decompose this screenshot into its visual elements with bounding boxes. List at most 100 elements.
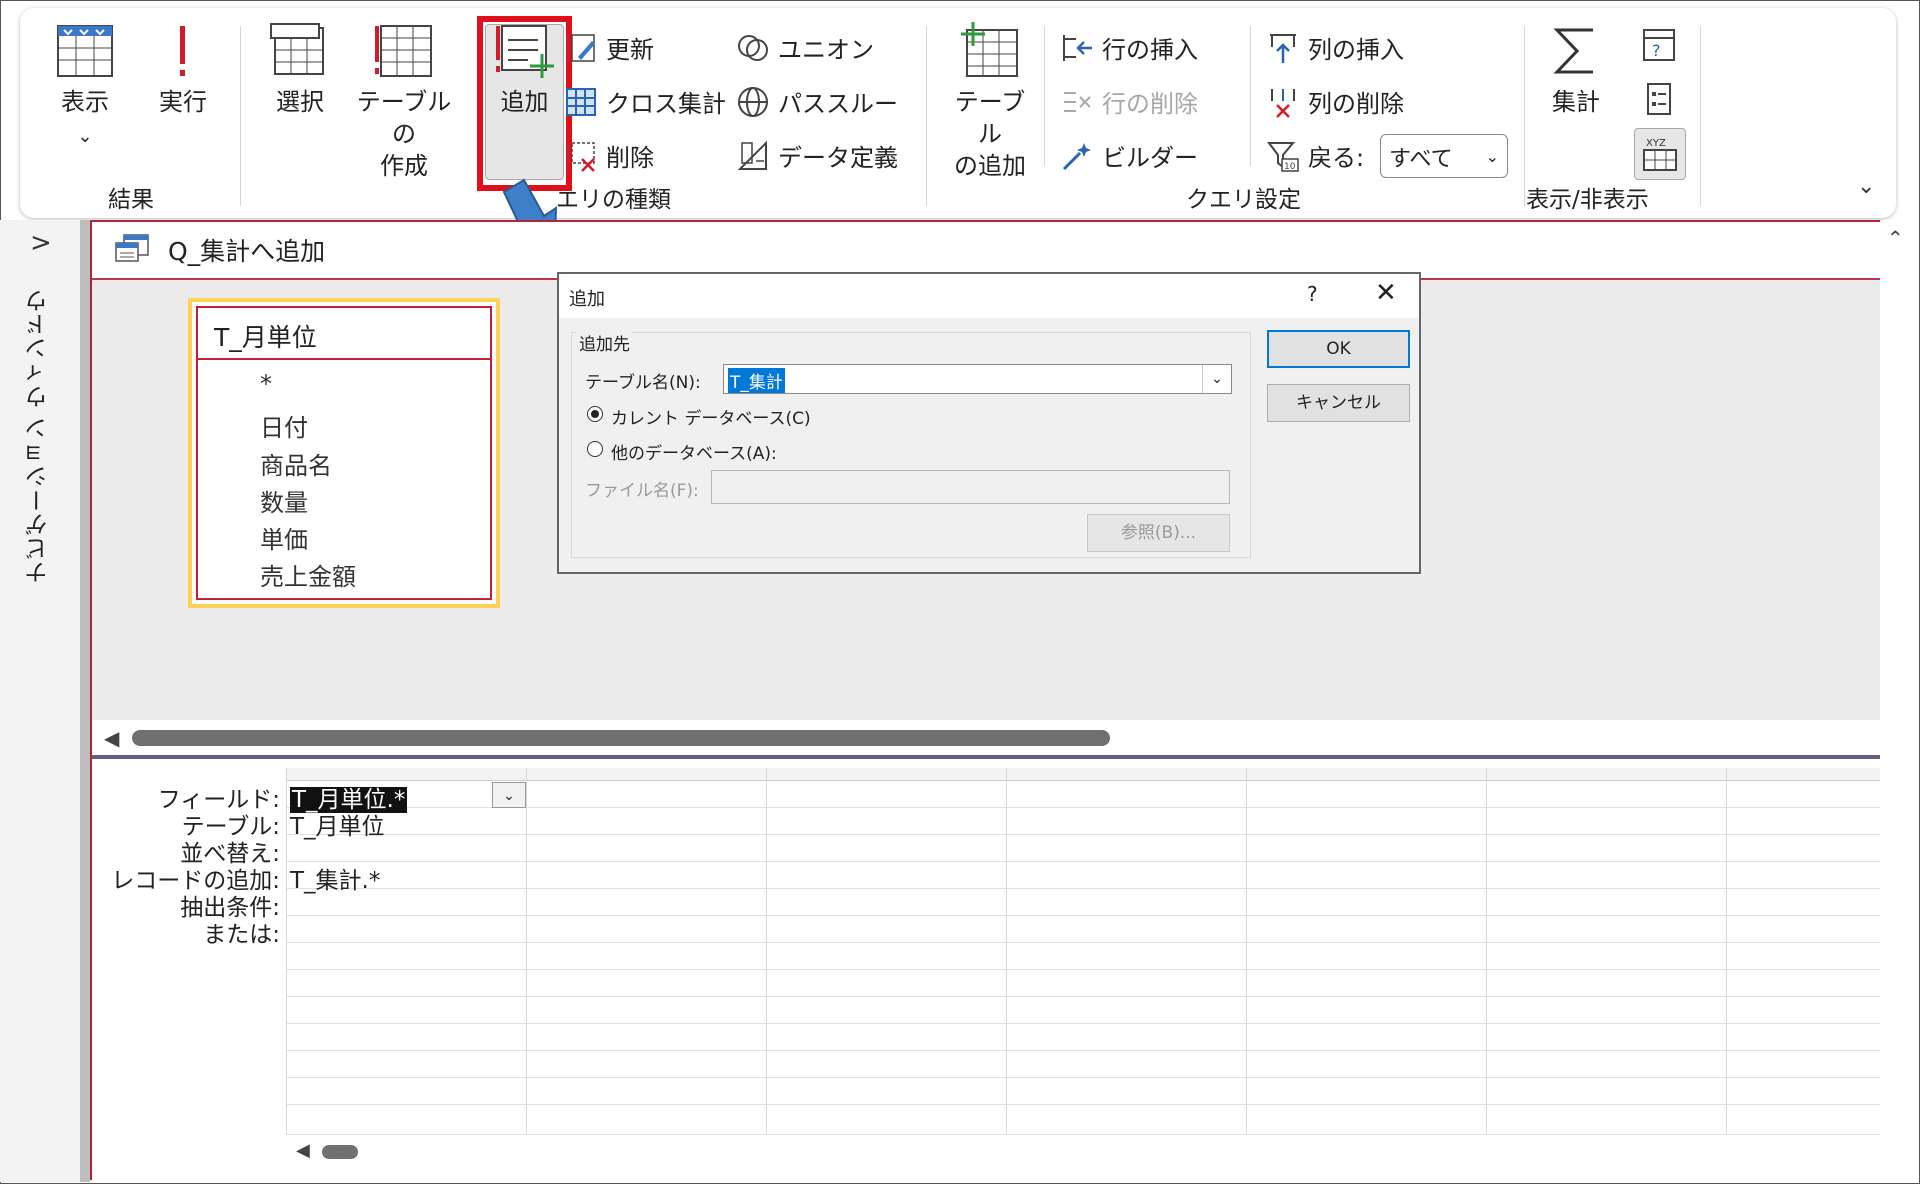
field-list-item[interactable]: 単価: [260, 520, 308, 555]
return-select[interactable]: すべて ⌄: [1380, 134, 1508, 178]
exclamation-icon: [180, 26, 185, 76]
update-query-button[interactable]: 更新: [564, 30, 654, 65]
scroll-up-icon[interactable]: ⌃: [1887, 226, 1904, 250]
data-definition-button[interactable]: データ定義: [736, 138, 898, 173]
magic-wand-icon: [1062, 142, 1091, 170]
top-values-icon: 10: [1267, 141, 1299, 172]
file-name-field[interactable]: [711, 470, 1230, 504]
add-table-label-1: テーブル: [954, 88, 1026, 148]
parameters-button[interactable]: ?: [1640, 26, 1678, 64]
delete-rows-button[interactable]: 行の削除: [1060, 84, 1198, 119]
cancel-button[interactable]: キャンセル: [1267, 384, 1410, 422]
chevron-down-icon: ⌄: [77, 126, 93, 147]
close-icon[interactable]: ✕: [1375, 278, 1397, 308]
totals-button[interactable]: 集計: [1536, 22, 1616, 118]
make-table-button[interactable]: テーブルの 作成: [350, 22, 458, 182]
grid-line: [1246, 768, 1247, 1134]
delete-columns-button[interactable]: 列の削除: [1266, 84, 1404, 119]
browse-button[interactable]: 参照(B)...: [1087, 514, 1230, 552]
group-separator: [1044, 26, 1045, 166]
query-design-grid[interactable]: T_月単位.* ⌄ T_月単位 T_集計.*: [286, 768, 1880, 1134]
parameters-icon: ?: [1643, 29, 1675, 61]
scroll-left-icon[interactable]: ◀: [296, 1140, 310, 1161]
globe-icon: [738, 86, 768, 117]
insert-columns-icon: [1270, 33, 1296, 63]
make-table-icon: [375, 25, 432, 77]
union-query-button[interactable]: ユニオン: [736, 30, 874, 65]
group-label-query-setup: クエリ設定: [1186, 187, 1301, 213]
field-list-item[interactable]: 数量: [260, 483, 308, 518]
table-names-icon: XYZ: [1643, 138, 1677, 171]
chevron-down-icon[interactable]: ⌄: [1202, 365, 1231, 393]
file-name-label: ファイル名(F):: [585, 481, 699, 501]
data-definition-label: データ定義: [778, 144, 898, 172]
run-button[interactable]: 実行: [148, 22, 218, 118]
insert-columns-button[interactable]: 列の挿入: [1266, 30, 1404, 65]
ok-button[interactable]: OK: [1267, 330, 1410, 368]
group-separator: [926, 26, 927, 206]
other-database-radio[interactable]: [587, 441, 603, 457]
field-list-item[interactable]: 売上金額: [260, 557, 356, 592]
add-table-button[interactable]: テーブル の追加: [946, 22, 1034, 182]
current-database-radio[interactable]: [587, 406, 603, 422]
table-name-label: テーブル名(N):: [585, 373, 701, 393]
ribbon-expand-icon[interactable]: ⌄: [1857, 174, 1875, 199]
group-label-results: 結果: [108, 187, 154, 213]
grid-scrollbar[interactable]: [286, 1134, 1880, 1171]
field-list-item[interactable]: 商品名: [260, 446, 332, 481]
property-sheet-icon: [1647, 83, 1671, 115]
view-button[interactable]: 表示 ⌄: [50, 22, 120, 153]
return-label: 戻る:: [1308, 144, 1365, 172]
builder-button[interactable]: ビルダー: [1060, 138, 1198, 173]
grid-line: [766, 768, 767, 1134]
insert-rows-button[interactable]: 行の挿入: [1060, 30, 1198, 65]
dialog-titlebar: [559, 274, 1419, 318]
union-label: ユニオン: [778, 36, 874, 64]
scroll-left-icon[interactable]: ◀: [104, 726, 119, 750]
select-query-button[interactable]: 選択: [260, 22, 340, 118]
insert-rows-label: 行の挿入: [1102, 36, 1198, 64]
passthrough-query-button[interactable]: パススルー: [736, 84, 898, 119]
grid-line: [526, 768, 527, 1134]
field-list-item[interactable]: 日付: [260, 408, 308, 443]
document-tab-title[interactable]: Q_集計へ追加: [168, 232, 325, 268]
scrollbar-thumb[interactable]: [322, 1145, 358, 1159]
other-database-label[interactable]: 他のデータベース(A):: [611, 439, 777, 464]
field-list-item[interactable]: *: [260, 370, 272, 398]
grid-line: [1726, 768, 1727, 1134]
nav-toggle-icon[interactable]: >: [30, 228, 52, 258]
chevron-down-icon[interactable]: ⌄: [492, 782, 526, 808]
pane-splitter[interactable]: [92, 755, 1880, 759]
delete-columns-icon: [1271, 88, 1295, 118]
current-database-label[interactable]: カレント データベース(C): [611, 404, 811, 429]
svg-text:?: ?: [1652, 41, 1661, 60]
ribbon: 表示 ⌄ 実行 結果 選択 テーブルの 作成 追加 更新 クロス集計 削除 ユニ…: [20, 8, 1896, 218]
add-table-icon: [961, 22, 1018, 77]
table-name-combobox[interactable]: T_集計 ⌄: [723, 364, 1232, 394]
scrollbar-thumb[interactable]: [132, 730, 1110, 746]
builder-label: ビルダー: [1102, 144, 1198, 172]
union-icon: [738, 34, 768, 61]
grid-line: [1486, 768, 1487, 1134]
navigation-pane-label[interactable]: ナビゲーション ウィンドウ: [22, 288, 56, 584]
totals-label: 集計: [1552, 88, 1600, 116]
property-sheet-button[interactable]: [1640, 80, 1678, 118]
delete-query-button[interactable]: 削除: [564, 138, 654, 173]
crosstab-query-button[interactable]: クロス集計: [564, 84, 726, 119]
return-label-group: 10 戻る:: [1266, 138, 1364, 173]
append-button-highlight: [477, 16, 572, 191]
table-field-list-title: T_月単位: [214, 323, 317, 352]
table-field-list[interactable]: T_月単位 * 日付 商品名 数量 単価 売上金額: [188, 298, 500, 608]
svg-text:10: 10: [1284, 162, 1296, 172]
chevron-down-icon: ⌄: [1485, 147, 1499, 166]
table-name-value: T_集計: [728, 368, 785, 393]
append-dialog: 追加 ? ✕ 追加先 テーブル名(N): T_集計 ⌄ カレント データベース(…: [557, 272, 1421, 574]
help-icon[interactable]: ?: [1307, 282, 1318, 306]
grid-cell-table[interactable]: T_月単位: [290, 807, 385, 841]
query-icon: [115, 234, 149, 262]
table-names-button[interactable]: XYZ: [1634, 128, 1686, 180]
vertical-scrollbar[interactable]: [1880, 220, 1910, 1182]
select-query-icon: [270, 23, 324, 75]
grid-cell-append-to[interactable]: T_集計.*: [290, 861, 380, 895]
group-label-show-hide: 表示/非表示: [1526, 187, 1649, 213]
